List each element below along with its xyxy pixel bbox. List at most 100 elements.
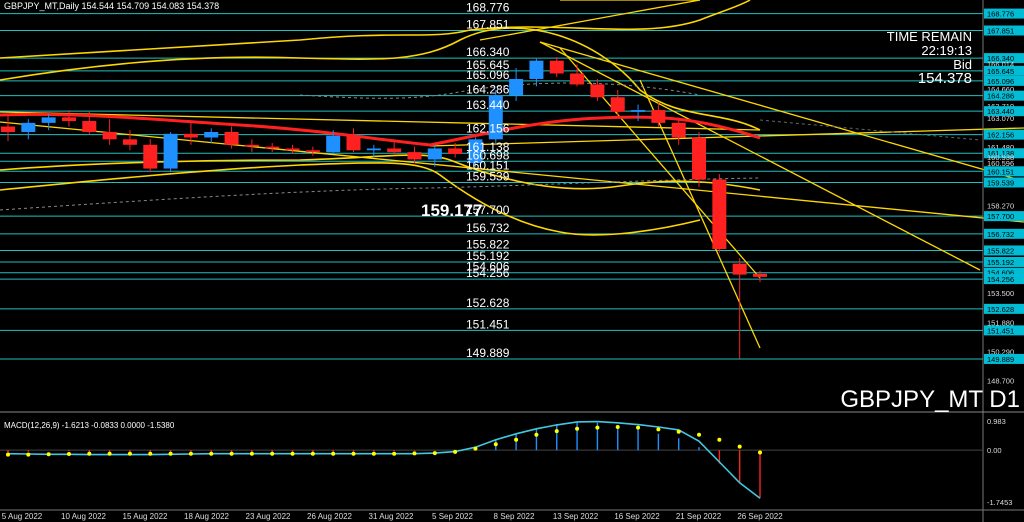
candle-down — [224, 132, 239, 145]
price-chart[interactable]: 168.776167.851166.340165.645165.096164.2… — [0, 0, 1024, 522]
macd-signal-dot — [758, 450, 762, 455]
time-remain-value: 22:19:13 — [921, 43, 972, 58]
candle-up — [631, 110, 646, 112]
macd-signal-dot — [107, 451, 112, 456]
macd-signal-dot — [270, 451, 275, 456]
macd-signal-dot — [656, 427, 661, 432]
bid-value: 154.378 — [917, 70, 972, 87]
macd-signal-dot — [148, 451, 153, 456]
time-remain-label: TIME REMAIN — [886, 29, 972, 44]
candle-up — [326, 135, 341, 153]
price-tick: 158.270 — [987, 202, 1014, 211]
price-tick: 149.889 — [987, 355, 1014, 364]
candle-up — [509, 78, 524, 96]
level-value-text: 168.776 — [466, 1, 510, 15]
candle-down — [82, 121, 97, 132]
level-value-text: 154.256 — [466, 266, 510, 280]
date-tick: 26 Aug 2022 — [307, 512, 352, 521]
macd-signal-dot — [595, 425, 600, 430]
candle-down — [305, 150, 320, 153]
macd-signal-dot — [87, 451, 92, 456]
candle-down — [712, 179, 727, 250]
macd-signal-dot — [188, 451, 193, 456]
candle-up — [366, 148, 381, 151]
candle-up — [163, 133, 178, 169]
price-tick: 164.286 — [987, 92, 1014, 101]
macd-axis-tick: 0.00 — [987, 446, 1002, 455]
candle-down — [448, 148, 463, 154]
candle-down — [692, 137, 707, 180]
macd-signal-dot — [636, 425, 641, 430]
macd-signal-dot — [615, 424, 620, 429]
candle-up — [204, 132, 219, 138]
price-tick: 163.070 — [987, 114, 1014, 123]
price-tick: 162.156 — [987, 131, 1014, 140]
price-tick: 157.700 — [987, 212, 1014, 221]
candle-down — [732, 263, 747, 275]
price-tick: 159.539 — [987, 178, 1014, 187]
macd-label: MACD(12,26,9) -1.6213 -0.0833 0.0000 -1.… — [4, 421, 175, 430]
date-tick: 18 Aug 2022 — [184, 512, 229, 521]
macd-signal-dot — [412, 451, 417, 456]
level-value-text: 165.096 — [466, 68, 510, 82]
macd-signal-dot — [554, 429, 559, 434]
macd-axis-tick: -1.7453 — [987, 498, 1012, 507]
price-tick: 167.851 — [987, 26, 1014, 35]
price-tick: 156.732 — [987, 230, 1014, 239]
macd-signal-dot — [371, 451, 376, 456]
price-tick: 155.192 — [987, 258, 1014, 267]
candle-up — [21, 122, 36, 132]
macd-signal-dot — [66, 451, 71, 456]
macd-signal-dot — [493, 442, 498, 447]
moving-average-red — [0, 112, 761, 147]
candle-down — [143, 144, 158, 169]
macd-signal-dot — [737, 444, 742, 449]
macd-signal-dot — [676, 429, 681, 434]
macd-signal-dot — [514, 437, 519, 442]
candle-down — [102, 132, 117, 140]
candle-down — [651, 110, 666, 123]
level-value-text: 164.286 — [466, 83, 510, 97]
macd-signal-dot — [697, 432, 702, 437]
candle-down — [346, 135, 361, 151]
price-tick: 168.776 — [987, 10, 1014, 19]
level-value-text: 163.440 — [466, 98, 510, 112]
macd-signal-dot — [534, 432, 539, 437]
macd-signal-dot — [310, 451, 315, 456]
trend-line-1 — [0, 111, 761, 131]
level-value-text: 156.732 — [466, 221, 510, 235]
date-tick: 13 Sep 2022 — [553, 512, 599, 521]
macd-signal-dot — [127, 451, 132, 456]
macd-main-line — [7, 420, 761, 499]
macd-signal-dot — [229, 451, 234, 456]
candle-down — [753, 273, 767, 277]
trend-line-9 — [479, 0, 701, 41]
macd-signal-dot — [575, 426, 580, 431]
date-tick: 8 Sep 2022 — [494, 512, 535, 521]
level-value-text: 162.156 — [466, 122, 510, 136]
level-labels: 168.776167.851166.340165.645165.096164.2… — [466, 1, 510, 360]
candle-down — [610, 97, 625, 112]
date-tick: 31 Aug 2022 — [369, 512, 414, 521]
candle-down — [122, 139, 137, 145]
price-tick: 151.451 — [987, 326, 1014, 335]
candle-down — [570, 73, 585, 85]
date-tick: 5 Sep 2022 — [432, 512, 473, 521]
date-tick: 10 Aug 2022 — [61, 512, 106, 521]
price-axis: 168.776167.851166.340166.014165.645165.0… — [982, 0, 1024, 522]
info-panel: TIME REMAIN 22:19:13 Bid 154.378 — [886, 29, 972, 87]
highlight-level-label: 159.177 — [421, 201, 483, 220]
date-axis: 5 Aug 2022 10 Aug 2022 15 Aug 2022 18 Aug 2… — [0, 509, 1024, 521]
candle-down — [407, 152, 422, 160]
price-tick: 165.645 — [987, 67, 1014, 76]
lower-band-curve — [0, 162, 701, 236]
candle-up — [427, 148, 442, 160]
date-tick: 15 Aug 2022 — [123, 512, 168, 521]
candles — [1, 57, 767, 359]
date-tick: 26 Sep 2022 — [737, 512, 783, 521]
macd-signal-dot — [473, 446, 478, 451]
price-tick: 148.700 — [987, 377, 1014, 386]
macd-signal-dot — [290, 451, 295, 456]
price-tick: 160.151 — [987, 167, 1014, 176]
date-tick: 23 Aug 2022 — [246, 512, 291, 521]
